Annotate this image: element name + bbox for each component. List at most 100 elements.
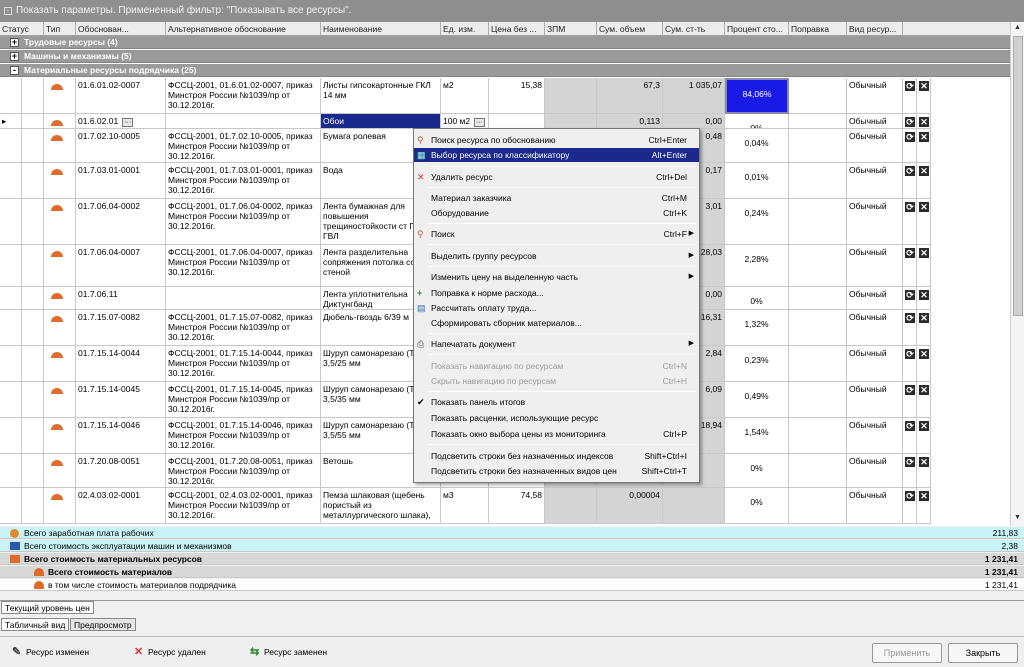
vid-cell[interactable]: Обычный — [847, 382, 903, 418]
alt-cell[interactable]: ФССЦ-2001, 01.7.20.08-0051, приказ Минст… — [166, 454, 321, 488]
type-cell[interactable] — [44, 78, 76, 114]
group-labor[interactable]: + Трудовые ресурсы (4) — [0, 36, 1010, 49]
zpm-cell[interactable] — [545, 488, 597, 524]
replace-icon[interactable]: ⟳ — [905, 81, 915, 91]
group-materials[interactable]: - Материальные ресурсы подрядчика (25) — [0, 64, 1010, 77]
summary-wages[interactable]: Всего заработная плата рабочих 211,83 — [0, 527, 1024, 539]
vertical-scrollbar[interactable]: ▲ ▼ — [1010, 22, 1024, 526]
delete-cell[interactable]: ✕ — [917, 488, 931, 524]
code-cell[interactable]: 01.7.15.14-0045 — [76, 382, 166, 418]
alt-cell[interactable]: ФССЦ-2001, 01.7.15.14-0045, приказ Минст… — [166, 382, 321, 418]
status-cell[interactable] — [0, 78, 22, 114]
alt-cell[interactable] — [166, 114, 321, 129]
menu-highlight-no-index[interactable]: Подсветить строки без назначенных индекс… — [414, 449, 699, 463]
col-header-price[interactable]: Цена без ... — [489, 22, 545, 36]
replace-icon[interactable]: ⟳ — [905, 166, 915, 176]
delete-cell[interactable]: ✕ — [917, 310, 931, 346]
code-cell[interactable]: 01.7.02.10-0005 — [76, 129, 166, 163]
status-cell[interactable] — [0, 245, 22, 287]
col-header-name[interactable]: Наименование — [321, 22, 441, 36]
delete-icon[interactable]: ✕ — [919, 313, 929, 323]
delete-icon[interactable]: ✕ — [919, 457, 929, 467]
pct-cell[interactable]: 0,49% — [725, 382, 789, 418]
vol-cell[interactable]: 0,113 — [597, 114, 663, 129]
ellipsis-button[interactable]: ··· — [474, 118, 486, 127]
type-cell[interactable] — [44, 114, 76, 129]
unit-cell[interactable]: м3 — [441, 488, 489, 524]
pct-cell[interactable]: 0% — [725, 287, 789, 310]
alt-cell[interactable]: ФССЦ-2001, 01.7.15.07-0082, приказ Минст… — [166, 310, 321, 346]
summary-contractor-materials[interactable]: в том числе стоимость материалов подрядч… — [0, 579, 1024, 591]
delete-icon[interactable]: ✕ — [919, 491, 929, 501]
cell[interactable] — [789, 199, 847, 245]
delete-cell[interactable]: ✕ — [917, 245, 931, 287]
alt-cell[interactable]: ФССЦ-2001, 01.7.15.14-0046, приказ Минст… — [166, 418, 321, 454]
menu-equipment[interactable]: Оборудование Ctrl+K — [414, 206, 699, 220]
code-cell[interactable]: 01.7.20.08-0051 — [76, 454, 166, 488]
replace-cell[interactable]: ⟳ — [903, 245, 917, 287]
status-cell[interactable] — [0, 287, 22, 310]
code-cell[interactable]: 01.7.06.04-0002 — [76, 199, 166, 245]
menu-form-collection[interactable]: Сформировать сборник материалов... — [414, 316, 699, 330]
vol-cell[interactable]: 0,00004 — [597, 488, 663, 524]
col-header-volume[interactable]: Сум. объем — [597, 22, 663, 36]
replace-cell[interactable]: ⟳ — [903, 287, 917, 310]
status-cell[interactable] — [0, 310, 22, 346]
delete-icon[interactable]: ✕ — [919, 248, 929, 258]
col-header-resource-kind[interactable]: Вид ресур... — [847, 22, 903, 36]
pct-cell[interactable]: 0,01% — [725, 163, 789, 199]
table-row[interactable]: 01.6.01.02-0007 ФССЦ-2001, 01.6.01.02-000… — [0, 78, 1010, 114]
delete-cell[interactable]: ✕ — [917, 382, 931, 418]
pct-cell[interactable]: 0,04% — [725, 129, 789, 163]
cost-cell[interactable]: 1 035,07 — [663, 78, 725, 114]
scroll-thumb[interactable] — [1013, 36, 1023, 316]
menu-search[interactable]: ⚲ Поиск Ctrl+F ▶ — [414, 227, 699, 241]
delete-icon[interactable]: ✕ — [919, 421, 929, 431]
status-cell[interactable] — [0, 454, 22, 488]
replace-icon[interactable]: ⟳ — [905, 117, 915, 127]
code-cell[interactable]: 01.7.15.07-0082 — [76, 310, 166, 346]
vid-cell[interactable]: Обычный — [847, 310, 903, 346]
cell[interactable] — [789, 129, 847, 163]
replace-cell[interactable]: ⟳ — [903, 382, 917, 418]
alt-cell[interactable]: ФССЦ-2001, 01.7.03.01-0001, приказ Минст… — [166, 163, 321, 199]
replace-cell[interactable]: ⟳ — [903, 310, 917, 346]
pct-cell[interactable]: 2,28% — [725, 245, 789, 287]
summary-machines[interactable]: Всего стоимость эксплуатации машин и мех… — [0, 540, 1024, 552]
alt-cell[interactable]: ФССЦ-2001, 01.7.06.04-0002, приказ Минст… — [166, 199, 321, 245]
type-cell[interactable] — [44, 488, 76, 524]
scroll-up-icon[interactable]: ▲ — [1014, 24, 1021, 31]
menu-highlight-no-price-type[interactable]: Подсветить строки без назначенных видов … — [414, 464, 699, 478]
type-cell[interactable] — [44, 454, 76, 488]
replace-icon[interactable]: ⟳ — [905, 457, 915, 467]
replace-icon[interactable]: ⟳ — [905, 349, 915, 359]
table-row[interactable]: ▸ 01.6.02.01 ··· Обои 100 м2 ··· 0,113 0,00 0% Об… — [0, 114, 1010, 129]
vid-cell[interactable]: Обычный — [847, 199, 903, 245]
replace-icon[interactable]: ⟳ — [905, 248, 915, 258]
delete-cell[interactable]: ✕ — [917, 78, 931, 114]
vid-cell[interactable]: Обычный — [847, 346, 903, 382]
code-cell[interactable]: 02.4.03.02-0001 — [76, 488, 166, 524]
summary-material-resources[interactable]: Всего стоимость материальных ресурсов 1 2… — [0, 553, 1024, 565]
tab-preview[interactable]: Предпросмотр — [70, 618, 136, 631]
vid-cell[interactable]: Обычный — [847, 488, 903, 524]
vid-cell[interactable]: Обычный — [847, 287, 903, 310]
cell[interactable] — [22, 488, 44, 524]
replace-icon[interactable]: ⟳ — [905, 132, 915, 142]
collapse-icon[interactable]: - — [10, 66, 19, 75]
status-cell[interactable] — [0, 129, 22, 163]
col-header-type[interactable]: Тип — [44, 22, 76, 36]
code-cell[interactable]: 01.7.15.14-0044 — [76, 346, 166, 382]
filter-toggle[interactable]: - — [4, 7, 12, 15]
col-header-percent[interactable]: Процент сто... — [725, 22, 789, 36]
menu-calc-labor[interactable]: ▤ Рассчитать оплату труда... — [414, 301, 699, 315]
menu-select-group[interactable]: Выделить группу ресурсов ▶ — [414, 249, 699, 263]
replace-icon[interactable]: ⟳ — [905, 290, 915, 300]
cell[interactable] — [789, 488, 847, 524]
code-cell[interactable]: 01.6.02.01 ··· — [76, 114, 166, 129]
replace-icon[interactable]: ⟳ — [905, 313, 915, 323]
ellipsis-button[interactable]: ··· — [122, 118, 134, 127]
name-cell[interactable]: Пемза шлаковая (щебень пористый из метал… — [321, 488, 441, 524]
menu-change-price[interactable]: Изменить цену на выделенную часть ▶ — [414, 270, 699, 284]
status-cell[interactable] — [0, 163, 22, 199]
